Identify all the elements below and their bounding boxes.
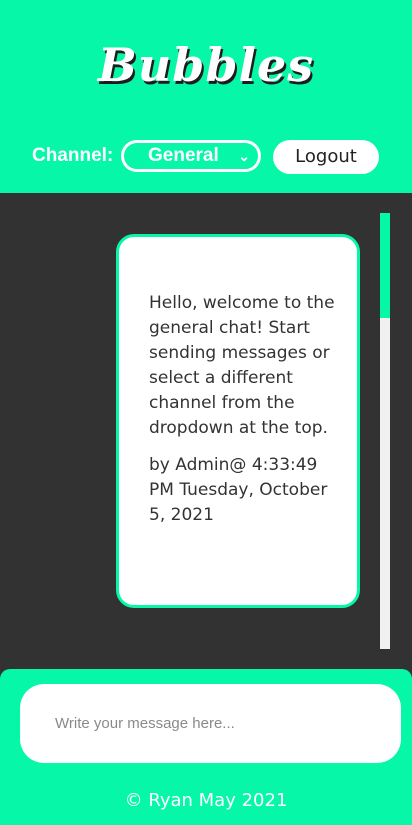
channel-select[interactable]: General ⌄ xyxy=(121,140,261,172)
channel-label: Channel: xyxy=(32,145,114,166)
message-meta: by Admin@ 4:33:49 PM Tuesday, October 5,… xyxy=(149,455,328,525)
app-logo: Bubbles xyxy=(97,38,315,92)
chat-scrollbar-thumb[interactable] xyxy=(380,213,390,318)
message-text: Hello, welcome to the general chat! Star… xyxy=(149,293,335,438)
app-root: Bubbles Channel: General ⌄ Logout Hello,… xyxy=(0,0,412,825)
footer: © Ryan May 2021 xyxy=(0,669,412,825)
chevron-down-icon: ⌄ xyxy=(238,148,250,164)
header: Bubbles Channel: General ⌄ Logout xyxy=(0,0,412,193)
chat-messages-area[interactable]: Hello, welcome to the general chat! Star… xyxy=(0,193,412,669)
logout-button[interactable]: Logout xyxy=(273,140,379,174)
copyright: © Ryan May 2021 xyxy=(124,790,288,811)
message-input[interactable] xyxy=(20,684,401,763)
channel-select-value: General xyxy=(148,145,219,166)
message-bubble: Hello, welcome to the general chat! Star… xyxy=(116,234,360,608)
chat-scrollbar[interactable] xyxy=(380,213,390,649)
